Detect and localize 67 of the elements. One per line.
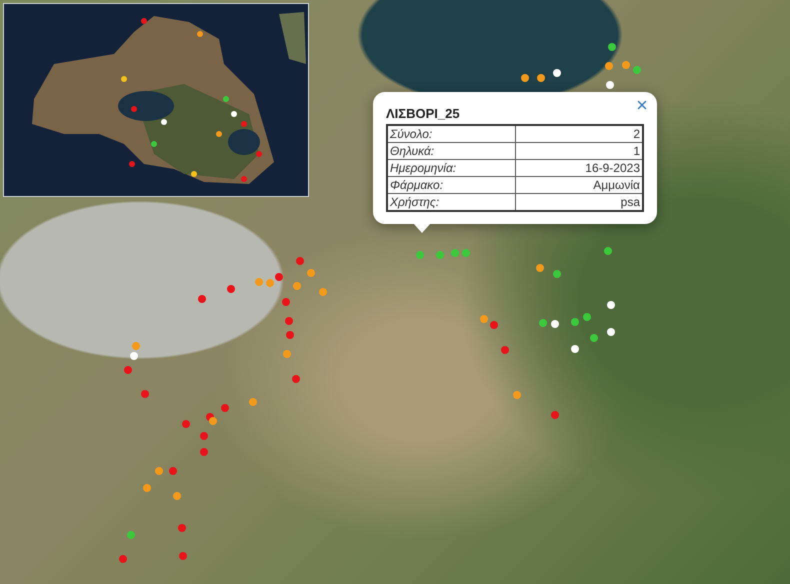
map-marker[interactable] [132,342,140,350]
map-marker[interactable] [198,295,206,303]
map-marker[interactable] [607,301,615,309]
map-marker[interactable] [286,331,294,339]
popup-title: ΛΙΣΒΟΡΙ_25 [386,106,461,121]
map-marker[interactable] [173,492,181,500]
map-marker[interactable] [130,352,138,360]
map-marker[interactable] [221,404,229,412]
table-cell: Φάρμακο: [387,176,515,194]
map-marker[interactable] [436,251,444,259]
map-marker[interactable] [551,320,559,328]
map-marker[interactable] [490,321,498,329]
map-marker[interactable] [553,69,561,77]
map-marker[interactable] [200,448,208,456]
map-marker[interactable] [143,484,151,492]
map-marker[interactable] [551,411,559,419]
map-marker[interactable] [179,552,187,560]
map-marker[interactable] [124,366,132,374]
map-marker[interactable] [285,317,293,325]
map-marker[interactable] [155,467,163,475]
table-cell: Σύνολο: [387,125,515,142]
map-marker[interactable] [209,417,217,425]
map-marker[interactable] [283,350,291,358]
map-marker[interactable] [536,264,544,272]
map-marker[interactable] [119,555,127,563]
map-marker[interactable] [622,61,630,69]
map-marker[interactable] [293,282,301,290]
map-marker[interactable] [608,43,616,51]
map-marker[interactable] [521,74,529,82]
map-marker[interactable] [249,398,257,406]
map-marker[interactable] [178,524,186,532]
map-marker[interactable] [451,249,459,257]
map-marker[interactable] [501,346,509,354]
map-marker[interactable] [282,298,290,306]
map-marker[interactable] [275,273,283,281]
close-icon[interactable] [635,98,649,112]
map-marker[interactable] [127,531,135,539]
map-marker[interactable] [633,66,641,74]
map-marker[interactable] [462,249,470,257]
map-marker[interactable] [416,251,424,259]
table-cell: Ημερομηνία: [387,160,515,176]
map-marker[interactable] [480,315,488,323]
map-marker[interactable] [604,247,612,255]
table-cell: Θηλυκά: [387,142,515,160]
map-marker[interactable] [537,74,545,82]
map-marker[interactable] [571,318,579,326]
map-marker[interactable] [141,390,149,398]
map-marker[interactable] [607,328,615,336]
map-marker[interactable] [292,375,300,383]
map-marker[interactable] [296,257,304,265]
map-marker[interactable] [266,279,274,287]
map-marker[interactable] [200,432,208,440]
map-marker[interactable] [169,467,177,475]
table-cell: Χρήστης: [387,194,515,211]
map-marker[interactable] [319,288,327,296]
map-marker[interactable] [539,319,547,327]
map-marker[interactable] [255,278,263,286]
map-marker[interactable] [571,345,579,353]
map-marker[interactable] [513,391,521,399]
map-marker[interactable] [605,62,613,70]
map-marker[interactable] [553,270,561,278]
map-marker[interactable] [583,313,591,321]
map-marker[interactable] [590,334,598,342]
map-marker[interactable] [606,81,614,89]
map-marker[interactable] [227,285,235,293]
map-marker[interactable] [182,420,190,428]
map-marker[interactable] [307,269,315,277]
